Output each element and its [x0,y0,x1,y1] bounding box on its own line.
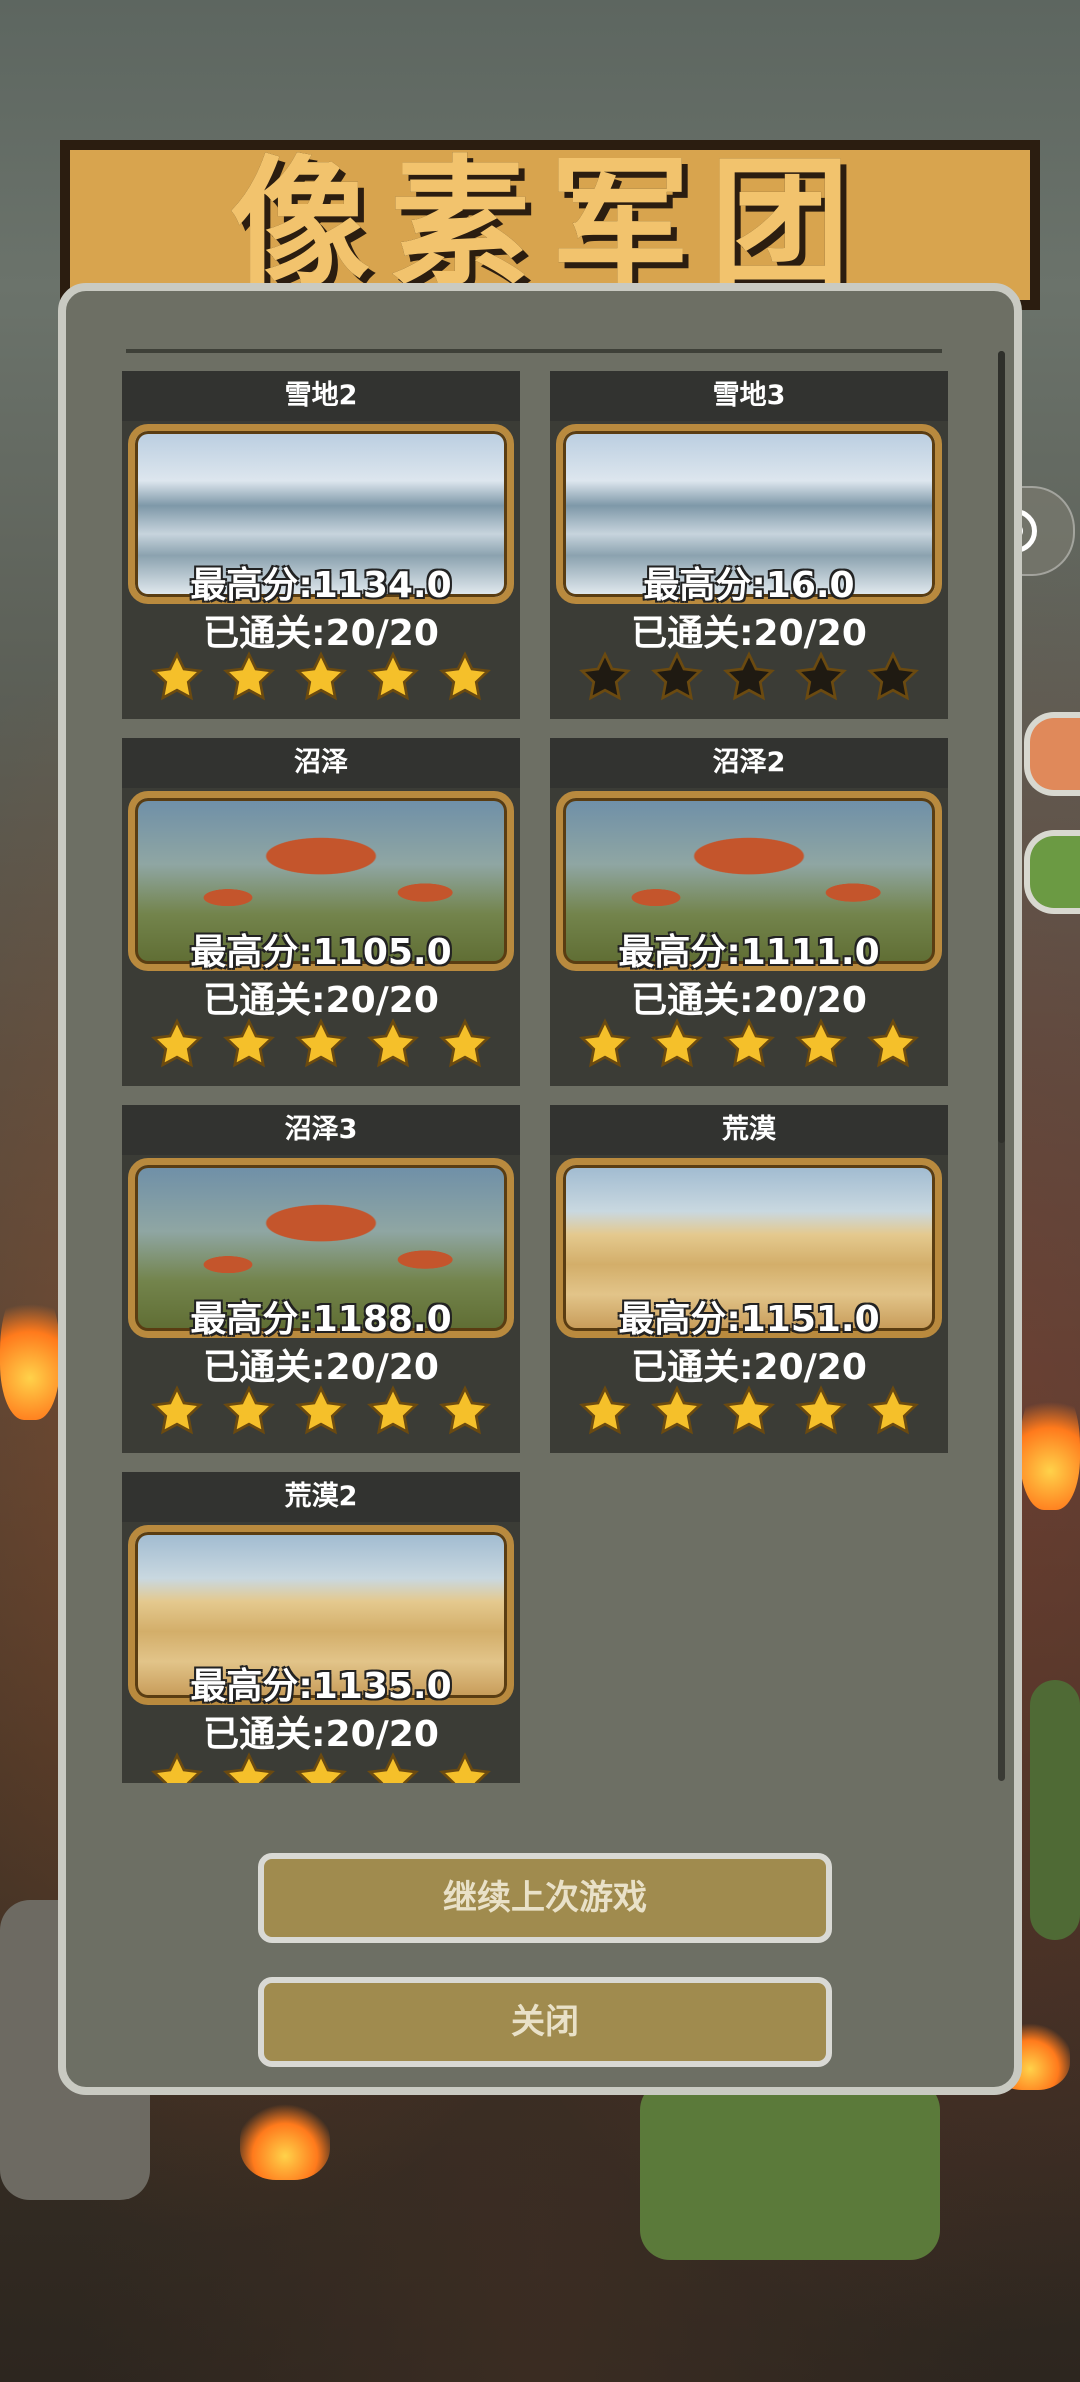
star-icon [578,1018,632,1072]
level-card[interactable]: 雪地3 最高分:16.0 已通关:20/20 [550,371,948,719]
star-icon [222,1752,276,1783]
orc-sprite [640,2080,940,2260]
best-score: 最高分:1151.0 [618,1299,880,1340]
star-icon [794,651,848,705]
star-icon [438,1385,492,1439]
level-progress: 已通关:20/20 [203,1347,439,1388]
scrollbar[interactable] [998,351,1005,1781]
best-score: 最高分:16.0 [643,565,855,606]
star-icon [294,1385,348,1439]
level-card[interactable]: 荒漠2 最高分:1135.0 已通关:20/20 [122,1472,520,1783]
level-card[interactable]: 沼泽最高分:1105.0 已通关:20/20 [122,738,520,1086]
star-icon [650,1385,704,1439]
level-name: 荒漠 [550,1105,948,1155]
star-icon [866,1385,920,1439]
close-button[interactable]: 关闭 [258,1977,832,2067]
star-rating [122,651,520,705]
star-icon [294,1018,348,1072]
level-name: 雪地2 [122,371,520,421]
star-icon [150,1752,204,1783]
star-icon [866,1018,920,1072]
level-name: 雪地3 [550,371,948,421]
star-icon [150,651,204,705]
level-name: 沼泽3 [122,1105,520,1155]
level-grid[interactable]: 雪地2 最高分:1134.0 已通关:20/20 雪地3 最高分:16.0 已通关:20/… [122,371,972,1783]
fire-effect [1020,1380,1080,1510]
level-card[interactable]: 沼泽3 最高分:1188.0 已通关:20/20 [122,1105,520,1453]
level-progress: 已通关:20/20 [203,1714,439,1755]
side-tab-orange[interactable] [1024,712,1080,796]
star-rating [122,1018,520,1072]
best-score: 最高分:1188.0 [190,1299,452,1340]
level-select-panel: 雪地2 最高分:1134.0 已通关:20/20 雪地3 最高分:16.0 已通关:20/… [58,283,1022,2095]
fire-effect [0,1280,60,1420]
level-progress: 已通关:20/20 [631,1347,867,1388]
star-icon [438,651,492,705]
star-icon [438,1752,492,1783]
best-score: 最高分:1135.0 [190,1666,452,1707]
level-progress: 已通关:20/20 [631,980,867,1021]
star-icon [722,651,776,705]
star-rating [550,651,948,705]
star-icon [650,651,704,705]
level-name: 沼泽2 [550,738,948,788]
star-rating [122,1752,520,1783]
level-card[interactable]: 荒漠最高分:1151.0 已通关:20/20 [550,1105,948,1453]
star-icon [366,1018,420,1072]
level-progress: 已通关:20/20 [631,613,867,654]
star-icon [722,1018,776,1072]
star-rating [550,1385,948,1439]
star-icon [150,1018,204,1072]
panel-divider [126,349,942,353]
star-icon [866,651,920,705]
level-name: 荒漠2 [122,1472,520,1522]
star-rating [122,1385,520,1439]
star-icon [722,1385,776,1439]
continue-game-button[interactable]: 继续上次游戏 [258,1853,832,1943]
level-progress: 已通关:20/20 [203,613,439,654]
best-score: 最高分:1105.0 [190,932,452,973]
star-icon [222,1385,276,1439]
star-icon [366,1752,420,1783]
star-icon [222,1018,276,1072]
star-icon [578,1385,632,1439]
best-score: 最高分:1134.0 [190,565,452,606]
level-card[interactable]: 沼泽2 最高分:1111.0 已通关:20/20 [550,738,948,1086]
star-icon [794,1018,848,1072]
star-icon [650,1018,704,1072]
star-icon [366,1385,420,1439]
star-icon [150,1385,204,1439]
level-card[interactable]: 雪地2 最高分:1134.0 已通关:20/20 [122,371,520,719]
level-progress: 已通关:20/20 [203,980,439,1021]
star-icon [294,1752,348,1783]
fire-effect [240,2100,330,2180]
star-icon [794,1385,848,1439]
star-rating [550,1018,948,1072]
side-tab-green[interactable] [1024,830,1080,914]
star-icon [578,651,632,705]
orc-sprite [1030,1680,1080,1940]
star-icon [222,651,276,705]
star-icon [294,651,348,705]
level-name: 沼泽 [122,738,520,788]
scroll-thumb[interactable] [998,351,1005,1143]
star-icon [438,1018,492,1072]
best-score: 最高分:1111.0 [618,932,880,973]
star-icon [366,651,420,705]
